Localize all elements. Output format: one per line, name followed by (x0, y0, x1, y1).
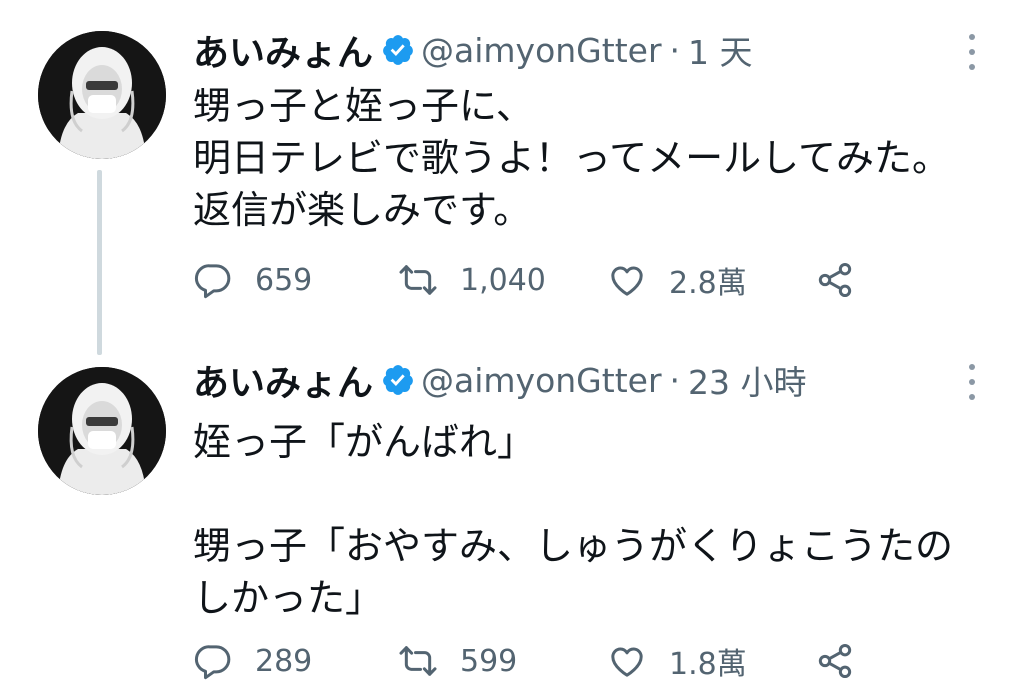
like-button[interactable]: 2.8萬 (607, 258, 747, 302)
retweet-button[interactable]: 599 (398, 639, 517, 683)
tweet-text: 姪っ子「がんばれ」 甥っ子「おやすみ、しゅうがくりょこうたの しかった」 (193, 416, 1003, 624)
tweet-text-line: 甥っ子「おやすみ、しゅうがくりょこうたの (193, 524, 954, 568)
tweet-actions: 659 1,040 2.8萬 (193, 258, 873, 302)
tweet-text-line: 姪っ子「がんばれ」 (193, 420, 536, 464)
more-vertical-icon[interactable] (962, 34, 982, 70)
heart-icon (611, 266, 643, 296)
timestamp[interactable]: 1 天 (688, 26, 753, 74)
heart-icon (611, 647, 643, 677)
like-button[interactable]: 1.8萬 (607, 639, 747, 683)
tweet-1[interactable]: あいみょん @aimyonGtter · 1 天 甥っ子と姪っ子に、 明日テレビ… (0, 0, 1024, 355)
share-button[interactable] (815, 258, 855, 302)
share-icon (818, 263, 852, 297)
tweet-text: 甥っ子と姪っ子に、 明日テレビで歌うよ！ってメールしてみた。 返信が楽しみです。 (193, 80, 1003, 236)
tweet-text-line: しかった」 (193, 576, 384, 620)
avatar[interactable] (38, 367, 166, 495)
reply-icon (194, 645, 231, 680)
tweet-actions: 289 599 1.8萬 (193, 639, 873, 683)
verified-badge-icon (383, 365, 413, 395)
timestamp[interactable]: 23 小時 (688, 356, 806, 404)
separator-dot: · (669, 30, 681, 70)
reply-icon (194, 264, 231, 299)
tweet-text-line: 返信が楽しみです。 (193, 188, 532, 232)
like-count: 1.8萬 (669, 647, 747, 682)
retweet-count: 1,040 (460, 262, 546, 298)
tweet-header: あいみょん @aimyonGtter · 1 天 (193, 22, 753, 78)
handle[interactable]: @aimyonGtter (421, 31, 662, 70)
tweet-text-line: 甥っ子と姪っ子に、 (193, 84, 534, 128)
reply-button[interactable]: 289 (193, 639, 312, 683)
share-icon (818, 644, 852, 678)
thread-connector-line (97, 170, 102, 355)
retweet-icon (399, 646, 437, 676)
display-name[interactable]: あいみょん (193, 354, 373, 406)
retweet-count: 599 (460, 643, 518, 679)
retweet-icon (399, 265, 437, 295)
display-name[interactable]: あいみょん (193, 24, 373, 76)
like-count: 2.8萬 (669, 266, 747, 301)
verified-badge-icon (383, 35, 413, 65)
separator-dot: · (669, 360, 681, 400)
reply-button[interactable]: 659 (193, 258, 312, 302)
avatar[interactable] (38, 31, 166, 159)
share-button[interactable] (815, 639, 855, 683)
avatar-photo (38, 31, 166, 159)
handle[interactable]: @aimyonGtter (421, 361, 662, 400)
reply-count: 289 (255, 643, 313, 679)
tweet-text-line: 明日テレビで歌うよ！ってメールしてみた。 (193, 136, 950, 180)
more-vertical-icon[interactable] (962, 364, 982, 400)
tweet-header: あいみょん @aimyonGtter · 23 小時 (193, 352, 807, 408)
avatar-photo (38, 367, 166, 495)
tweet-2[interactable]: あいみょん @aimyonGtter · 23 小時 姪っ子「がんばれ」 甥っ子… (0, 340, 1024, 699)
reply-count: 659 (255, 262, 313, 298)
retweet-button[interactable]: 1,040 (398, 258, 546, 302)
